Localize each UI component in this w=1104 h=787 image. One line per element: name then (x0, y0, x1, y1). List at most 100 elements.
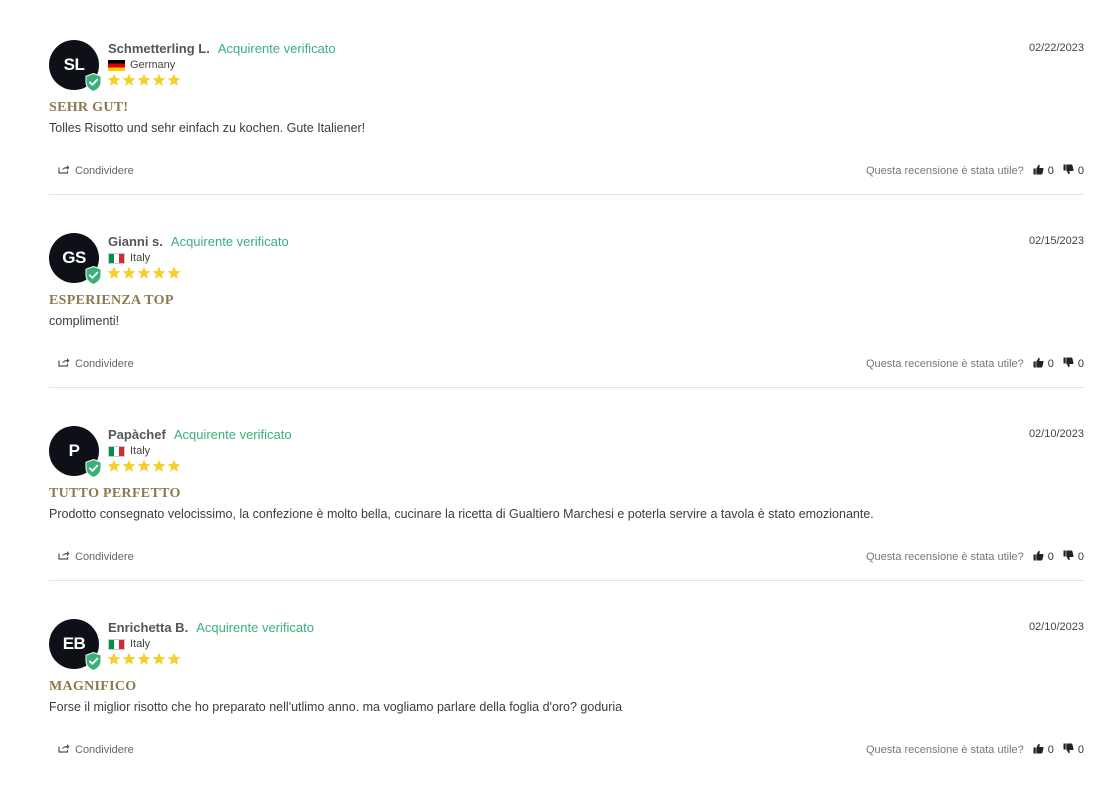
review-item: P Papàchef Acquirente verificato Italy 02… (49, 411, 1084, 604)
share-button[interactable]: Condividere (58, 743, 134, 756)
reviewer-name: Schmetterling L. (108, 41, 210, 56)
star-rating (107, 266, 181, 280)
avatar-initials: EB (62, 634, 86, 653)
star-icon (152, 652, 166, 666)
helpful-vote-row: Questa recensione è stata utile? 0 0 (866, 743, 1084, 757)
thumbs-down-button[interactable]: 0 (1063, 550, 1084, 564)
review-date: 02/10/2023 (1028, 428, 1084, 440)
review-date: 02/22/2023 (1028, 42, 1084, 54)
star-rating (107, 73, 181, 87)
verified-badge-icon (85, 458, 102, 479)
thumbs-down-icon (1063, 743, 1078, 757)
flag-italy-icon (108, 252, 125, 264)
thumbs-down-icon (1063, 550, 1078, 564)
star-rating (107, 459, 181, 473)
review-body: Prodotto consegnato velocissimo, la conf… (49, 507, 874, 521)
review-title: MAGNIFICO (49, 679, 137, 694)
share-button[interactable]: Condividere (58, 164, 134, 177)
verified-buyer-label: Acquirente verificato (173, 427, 292, 442)
review-title: TUTTO PERFETTO (49, 486, 181, 501)
reviewer-location: Germany (108, 59, 175, 71)
thumbs-up-button[interactable]: 0 (1033, 743, 1054, 757)
upvote-count: 0 (1047, 551, 1054, 563)
thumbs-down-button[interactable]: 0 (1063, 164, 1084, 178)
avatar-initials: P (68, 441, 80, 460)
review-date: 02/15/2023 (1028, 235, 1084, 247)
thumbs-up-button[interactable]: 0 (1033, 550, 1054, 564)
star-icon (107, 73, 121, 87)
reviewer-name-row: Gianni s. Acquirente verificato (108, 234, 289, 249)
avatar-initials: SL (63, 55, 85, 74)
reviewer-country: Italy (130, 445, 151, 457)
helpful-question: Questa recensione è stata utile? (865, 358, 1024, 370)
flag-italy-icon (108, 638, 125, 650)
verified-buyer-label: Acquirente verificato (196, 620, 314, 635)
star-icon (137, 652, 151, 666)
star-rating (107, 652, 181, 666)
thumbs-up-icon (1033, 743, 1048, 757)
share-label: Condividere (75, 164, 134, 177)
share-button[interactable]: Condividere (58, 357, 134, 370)
upvote-count: 0 (1047, 358, 1054, 370)
review-body: Forse il miglior risotto che ho preparat… (49, 700, 623, 714)
star-icon (137, 459, 151, 473)
thumbs-down-button[interactable]: 0 (1063, 357, 1084, 371)
verified-badge-icon (85, 72, 102, 93)
star-icon (167, 459, 181, 473)
thumbs-up-icon (1033, 164, 1048, 178)
avatar-initials: GS (62, 248, 86, 267)
thumbs-down-icon (1063, 164, 1078, 178)
star-icon (137, 73, 151, 87)
thumbs-up-button[interactable]: 0 (1033, 164, 1054, 178)
share-icon (58, 550, 75, 563)
thumbs-up-button[interactable]: 0 (1033, 357, 1054, 371)
share-button[interactable]: Condividere (58, 550, 134, 563)
share-label: Condividere (75, 357, 134, 370)
verified-buyer-label: Acquirente verificato (217, 41, 336, 56)
star-icon (122, 459, 136, 473)
reviewer-country: Germany (130, 59, 176, 71)
helpful-vote-row: Questa recensione è stata utile? 0 0 (866, 550, 1084, 564)
thumbs-down-icon (1063, 357, 1078, 371)
reviewer-name: Papàchef (108, 427, 166, 442)
review-divider (49, 194, 1084, 195)
review-date: 02/10/2023 (1028, 621, 1084, 633)
helpful-question: Questa recensione è stata utile? (865, 551, 1024, 563)
share-icon (58, 743, 75, 756)
share-icon (58, 164, 75, 177)
star-icon (152, 459, 166, 473)
reviewer-name: Gianni s. (108, 234, 163, 249)
helpful-vote-row: Questa recensione è stata utile? 0 0 (866, 164, 1084, 178)
helpful-question: Questa recensione è stata utile? (865, 165, 1024, 177)
star-icon (122, 266, 136, 280)
thumbs-down-button[interactable]: 0 (1063, 743, 1084, 757)
star-icon (137, 266, 151, 280)
downvote-count: 0 (1077, 744, 1084, 756)
upvote-count: 0 (1047, 744, 1054, 756)
share-label: Condividere (75, 550, 134, 563)
star-icon (107, 652, 121, 666)
review-item: EB Enrichetta B. Acquirente verificato It… (49, 604, 1084, 787)
flag-germany-icon (108, 59, 125, 71)
star-icon (122, 73, 136, 87)
reviewer-name-row: Schmetterling L. Acquirente verificato (108, 41, 336, 56)
downvote-count: 0 (1077, 165, 1084, 177)
verified-badge-icon (85, 265, 102, 286)
downvote-count: 0 (1077, 551, 1084, 563)
verified-buyer-label: Acquirente verificato (170, 234, 289, 249)
upvote-count: 0 (1047, 165, 1054, 177)
verified-badge-icon (85, 651, 102, 672)
flag-italy-icon (108, 445, 125, 457)
review-item: GS Gianni s. Acquirente verificato Italy … (49, 218, 1084, 411)
star-icon (167, 266, 181, 280)
share-label: Condividere (75, 743, 134, 756)
star-icon (167, 652, 181, 666)
share-icon (58, 357, 75, 370)
star-icon (167, 73, 181, 87)
thumbs-up-icon (1033, 550, 1048, 564)
review-divider (49, 580, 1084, 581)
star-icon (122, 652, 136, 666)
reviewer-country: Italy (130, 638, 151, 650)
review-body: complimenti! (49, 314, 120, 328)
thumbs-up-icon (1033, 357, 1048, 371)
